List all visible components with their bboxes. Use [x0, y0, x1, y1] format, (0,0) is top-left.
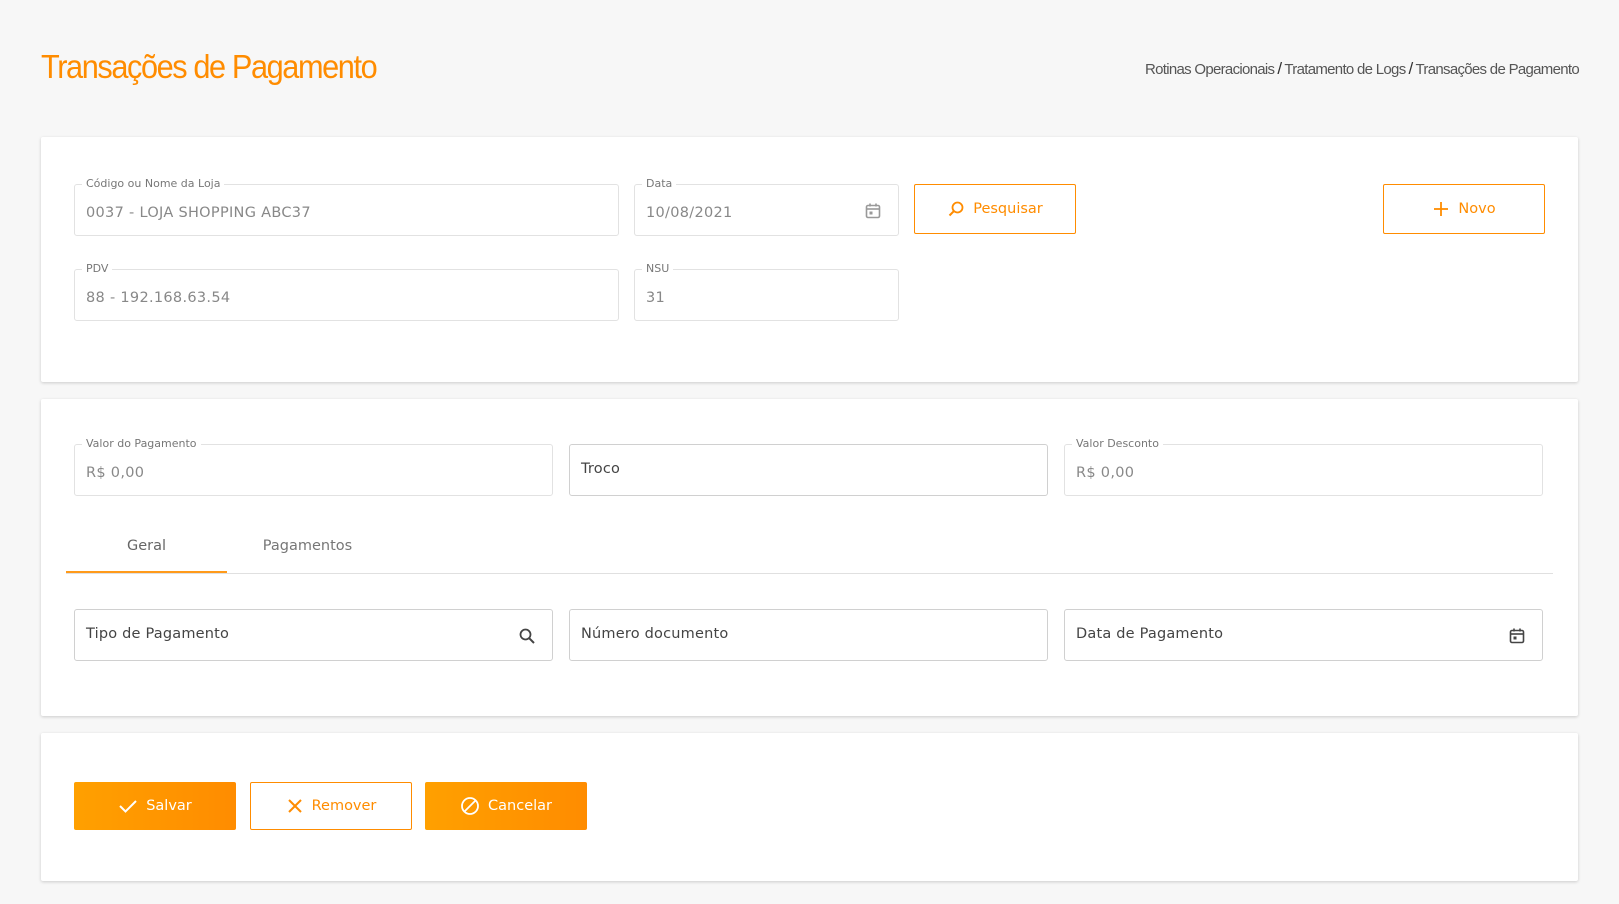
- page-title: Transações de Pagamento: [41, 48, 378, 85]
- breadcrumb: Rotinas Operacionais / Tratamento de Logs /…: [1145, 59, 1580, 79]
- remove-button[interactable]: Remover: [250, 782, 412, 830]
- document-number-field[interactable]: Número documento: [569, 609, 1048, 661]
- close-icon: [286, 797, 304, 815]
- cancel-button[interactable]: Cancelar: [425, 782, 587, 830]
- change-field-placeholder: Troco: [581, 461, 621, 477]
- payment-date-placeholder: Data de Pagamento: [1076, 626, 1224, 642]
- search-icon: [947, 200, 965, 218]
- search-icon[interactable]: [518, 627, 536, 645]
- plus-icon: [1432, 200, 1450, 218]
- tab-geral[interactable]: Geral: [66, 520, 227, 573]
- payment-date-field[interactable]: Data de Pagamento: [1064, 609, 1543, 661]
- check-icon: [118, 797, 138, 815]
- payment-value-value: R$ 0,00: [86, 465, 145, 481]
- store-field-label: Código ou Nome da Loja: [82, 177, 225, 191]
- breadcrumb-item-tratamento[interactable]: Tratamento de Logs: [1284, 61, 1406, 78]
- discount-field-value: R$ 0,00: [1076, 465, 1135, 481]
- calendar-icon[interactable]: [864, 202, 882, 220]
- document-number-placeholder: Número documento: [581, 626, 729, 642]
- discount-field[interactable]: Valor Desconto R$ 0,00: [1064, 437, 1543, 496]
- calendar-icon[interactable]: [1508, 627, 1526, 645]
- actions-card: Salvar Remover Cancelar: [41, 733, 1578, 881]
- tab-pagamentos[interactable]: Pagamentos: [227, 520, 388, 572]
- tab-bar: Geral Pagamentos: [66, 520, 1553, 574]
- remove-button-label: Remover: [311, 798, 377, 814]
- cancel-icon: [460, 796, 480, 816]
- store-field[interactable]: Código ou Nome da Loja 0037 - LOJA SHOPP…: [74, 177, 619, 236]
- pdv-field[interactable]: PDV 88 - 192.168.63.54: [74, 262, 619, 321]
- discount-field-label: Valor Desconto: [1072, 437, 1163, 451]
- change-field[interactable]: Troco: [569, 444, 1048, 496]
- nsu-field[interactable]: NSU 31: [634, 262, 899, 321]
- search-button-label: Pesquisar: [973, 201, 1043, 217]
- date-field-label: Data: [642, 177, 677, 191]
- store-field-value: 0037 - LOJA SHOPPING ABC37: [86, 205, 311, 221]
- payment-type-placeholder: Tipo de Pagamento: [86, 626, 230, 642]
- payment-type-field[interactable]: Tipo de Pagamento: [74, 609, 553, 661]
- date-field-value: 10/08/2021: [646, 205, 733, 221]
- search-button[interactable]: Pesquisar: [914, 184, 1076, 234]
- save-button[interactable]: Salvar: [74, 782, 236, 830]
- save-button-label: Salvar: [146, 798, 192, 814]
- breadcrumb-item-current: Transações de Pagamento: [1415, 61, 1580, 78]
- nsu-field-value: 31: [646, 290, 666, 306]
- pdv-field-value: 88 - 192.168.63.54: [86, 290, 231, 306]
- cancel-button-label: Cancelar: [488, 798, 552, 814]
- payment-value-field[interactable]: Valor do Pagamento R$ 0,00: [74, 437, 553, 496]
- payment-card: Valor do Pagamento R$ 0,00 Troco Valor D…: [41, 399, 1578, 716]
- filter-card: Código ou Nome da Loja 0037 - LOJA SHOPP…: [41, 137, 1578, 382]
- new-button-label: Novo: [1458, 201, 1496, 217]
- pdv-field-label: PDV: [82, 262, 113, 276]
- date-field[interactable]: Data 10/08/2021: [634, 177, 899, 236]
- breadcrumb-separator: /: [1277, 59, 1282, 78]
- page: Transações de Pagamento Rotinas Operacio…: [0, 0, 1619, 904]
- new-button[interactable]: Novo: [1383, 184, 1545, 234]
- payment-value-label: Valor do Pagamento: [82, 437, 201, 451]
- breadcrumb-item-rotinas[interactable]: Rotinas Operacionais: [1145, 61, 1275, 78]
- nsu-field-label: NSU: [642, 262, 674, 276]
- breadcrumb-separator: /: [1408, 59, 1414, 78]
